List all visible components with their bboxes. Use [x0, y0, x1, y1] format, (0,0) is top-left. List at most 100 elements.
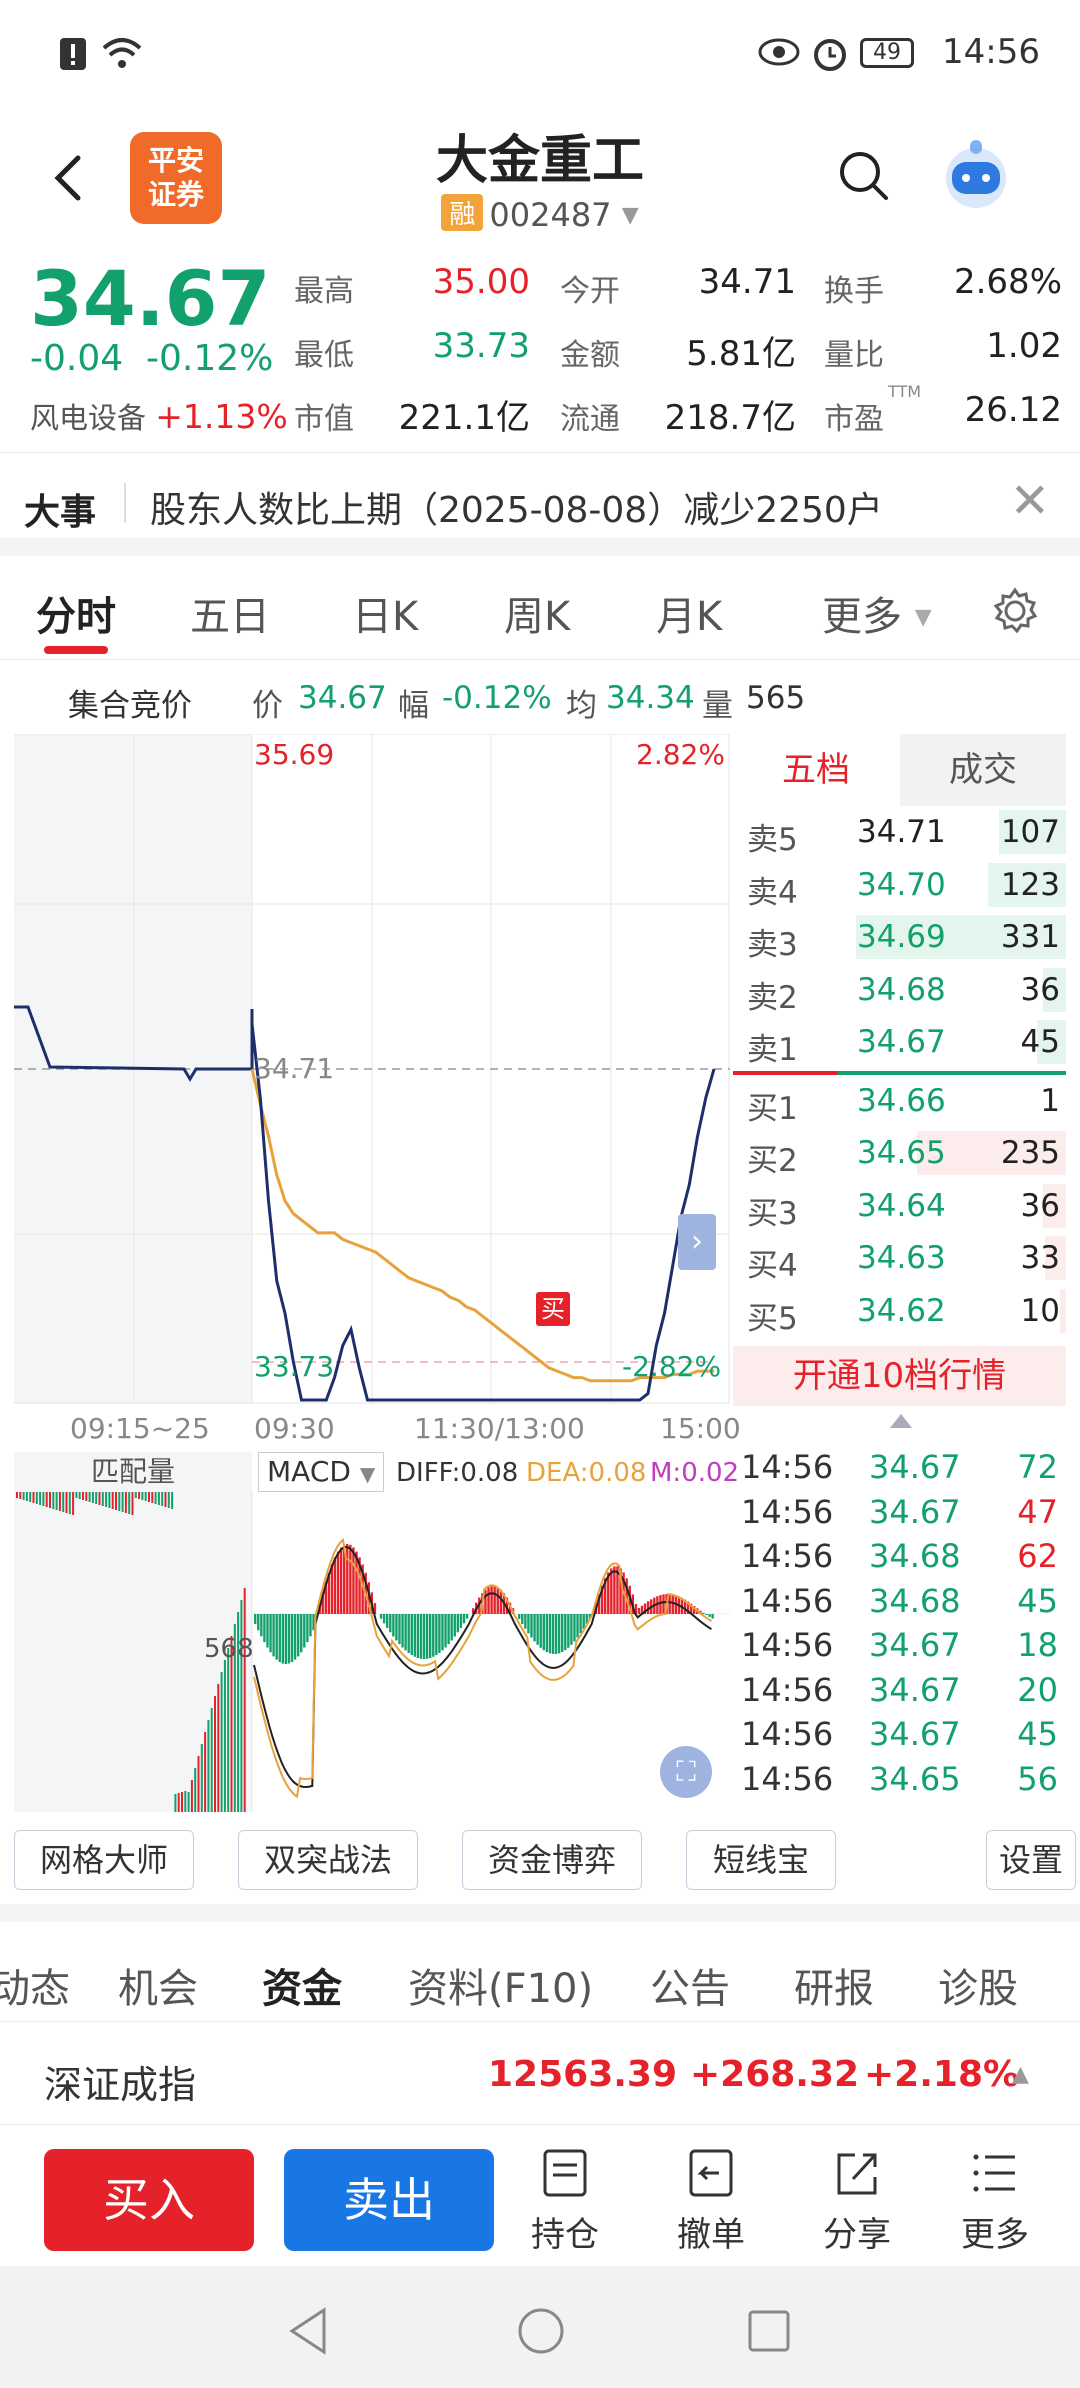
match-volume-bar: [82, 1492, 84, 1500]
trade-volume: 18: [1017, 1626, 1058, 1664]
sector-row[interactable]: 风电设备 +1.13%: [30, 395, 288, 437]
info-avg: 34.34: [606, 680, 695, 716]
match-volume-bar: [161, 1492, 164, 1506]
tab-more[interactable]: 更多 ▼: [822, 584, 932, 642]
nav-home-icon[interactable]: [516, 2306, 566, 2356]
holdings-button[interactable]: 持仓: [510, 2147, 620, 2256]
trade-row: 14:56 34.65 56: [733, 1758, 1066, 1803]
battery-icon: 49: [860, 38, 914, 68]
bid-row[interactable]: 买5 34.62 10: [733, 1285, 1066, 1338]
news-banner[interactable]: 大事 股东人数比上期（2025-08-08）减少2250户 ✕: [0, 452, 1080, 552]
macd-dea: DEA:0.08: [526, 1458, 647, 1488]
chart-high-pct: 2.82%: [636, 738, 725, 771]
chart-ref-price: 34.71: [254, 1052, 335, 1085]
sell-button[interactable]: 卖出: [284, 2149, 494, 2251]
tab-research[interactable]: 研报: [794, 1956, 874, 2014]
expand-panel-arrow-icon[interactable]: ›: [678, 1214, 716, 1270]
indicator-select[interactable]: MACD ▼: [258, 1452, 385, 1492]
stock-code: 002487: [489, 196, 612, 234]
macd-chart[interactable]: 568 ⛶: [14, 1492, 730, 1812]
tab-opportunity[interactable]: 机会: [118, 1956, 198, 2014]
bid-row[interactable]: 买4 34.63 33: [733, 1232, 1066, 1285]
match-volume-bar: [200, 1744, 203, 1812]
nav-recents-icon[interactable]: [746, 2308, 792, 2354]
bid-row[interactable]: 买1 34.66 1: [733, 1075, 1066, 1128]
tab-intraday[interactable]: 分时: [36, 584, 116, 642]
match-volume-bar: [62, 1492, 65, 1512]
intraday-chart[interactable]: 35.69 2.82% 34.71 33.73 -2.82% 买 ›: [14, 733, 730, 1404]
ask-row[interactable]: 卖5 34.71 107: [733, 806, 1066, 859]
tab-five-day[interactable]: 五日: [190, 584, 270, 642]
ask-row[interactable]: 卖2 34.68 36: [733, 964, 1066, 1017]
bid-row[interactable]: 买2 34.65 235: [733, 1127, 1066, 1180]
match-volume-bar: [214, 1696, 216, 1812]
more-button[interactable]: 更多: [940, 2147, 1050, 2256]
tab-f10[interactable]: 资料(F10): [408, 1956, 593, 2014]
macd-bar: [462, 1614, 466, 1624]
close-icon[interactable]: ✕: [1010, 473, 1050, 529]
tab-monthly-k[interactable]: 月K: [656, 584, 722, 642]
match-volume-value: 568: [204, 1634, 254, 1664]
info-range: -0.12%: [442, 680, 552, 716]
tab-daily-k[interactable]: 日K: [352, 584, 418, 642]
tab-trades[interactable]: 成交: [900, 734, 1066, 806]
match-volume-bar: [35, 1492, 38, 1504]
trade-volume: 62: [1017, 1537, 1058, 1575]
macd-bar: [293, 1614, 297, 1660]
triangle-up-icon[interactable]: [888, 1412, 914, 1430]
match-volume-bar: [124, 1492, 127, 1513]
robot-assistant-icon[interactable]: [934, 134, 1018, 218]
macd-bar: [392, 1614, 395, 1637]
buy-marker[interactable]: 买: [536, 1292, 570, 1326]
level-name: 买5: [747, 1300, 798, 1337]
ask-row[interactable]: 卖1 34.67 45: [733, 1016, 1066, 1069]
tool-fund-game[interactable]: 资金博弈: [462, 1830, 642, 1890]
tab-capital[interactable]: 资金: [262, 1956, 342, 2014]
nav-back-icon[interactable]: [286, 2306, 330, 2356]
stock-code-row[interactable]: 融 002487 ▼: [0, 194, 1080, 234]
tool-grid-master[interactable]: 网格大师: [14, 1830, 194, 1890]
trade-time: 14:56: [741, 1759, 834, 1798]
bid-row[interactable]: 买3 34.64 36: [733, 1180, 1066, 1233]
search-icon[interactable]: [836, 148, 892, 204]
macd-bar: [499, 1589, 502, 1614]
macd-bar: [557, 1614, 561, 1654]
macd-bar: [260, 1614, 263, 1637]
level-volume: 123: [1000, 866, 1060, 903]
cancel-order-button[interactable]: 撤单: [656, 2147, 766, 2256]
trade-time: 14:56: [741, 1448, 834, 1486]
buy-button[interactable]: 买入: [44, 2149, 254, 2251]
tab-announcements[interactable]: 公告: [650, 1956, 730, 2014]
trade-row: 14:56 34.67 47: [733, 1491, 1066, 1536]
macd-bar: [349, 1544, 352, 1614]
news-text: 股东人数比上期（2025-08-08）减少2250户: [150, 490, 883, 531]
tool-short-line[interactable]: 短线宝: [686, 1830, 836, 1890]
match-volume-bar: [85, 1492, 88, 1501]
ask-row[interactable]: 卖4 34.70 123: [733, 859, 1066, 912]
macd-bar: [536, 1614, 539, 1645]
open-deep-quotes-button[interactable]: 开通10档行情: [733, 1346, 1066, 1406]
tool-settings[interactable]: 设置: [986, 1830, 1076, 1890]
match-volume-bar: [95, 1492, 98, 1504]
tab-weekly-k[interactable]: 周K: [504, 584, 570, 642]
gear-icon[interactable]: [990, 586, 1040, 636]
sector-change: +1.13%: [155, 397, 288, 436]
share-button[interactable]: 分享: [802, 2147, 912, 2256]
tab-diagnosis[interactable]: 诊股: [938, 1956, 1018, 2014]
match-volume-bar: [144, 1492, 147, 1501]
fullscreen-icon[interactable]: ⛶: [660, 1746, 712, 1798]
section-divider: [0, 1904, 1080, 1922]
macd-bar: [290, 1614, 294, 1663]
macd-bar: [576, 1614, 579, 1638]
tab-five-levels[interactable]: 五档: [733, 734, 899, 806]
level-volume: 45: [1020, 1024, 1060, 1060]
tool-double-break[interactable]: 双突战法: [238, 1830, 418, 1890]
ask-row[interactable]: 卖3 34.69 331: [733, 911, 1066, 964]
tab-news-feed[interactable]: 动态: [0, 1956, 70, 2014]
chevron-down-icon: ▼: [621, 203, 639, 228]
macd-bar: [493, 1586, 496, 1614]
macd-bar: [336, 1551, 340, 1614]
macd-bar: [708, 1614, 711, 1617]
match-volume-bar: [157, 1492, 160, 1505]
index-ticker[interactable]: 深证成指 12563.39 +268.32 +2.18% ▲: [0, 2024, 1080, 2124]
